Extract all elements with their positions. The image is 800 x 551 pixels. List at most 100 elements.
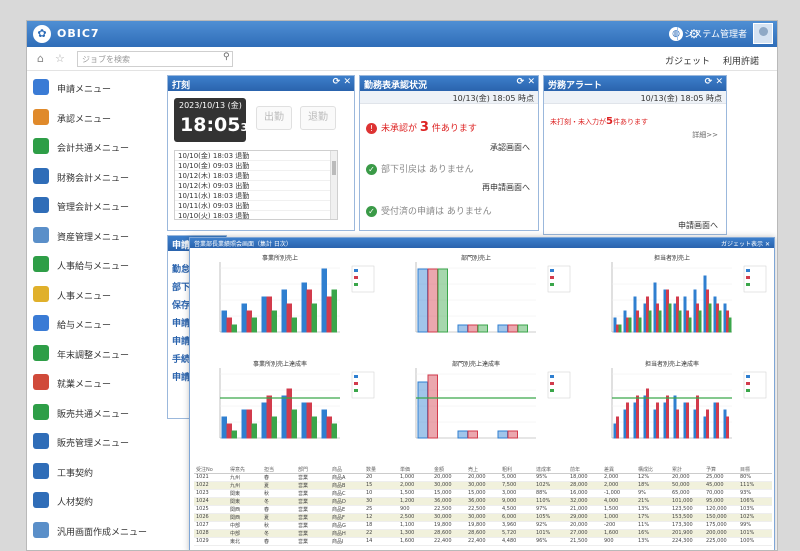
sidebar-item[interactable]: 財務会計メニュー — [33, 166, 163, 188]
avatar[interactable] — [753, 23, 773, 44]
accepted-status: ✓ 受付済の申請は ありません — [366, 204, 492, 217]
sidebar-item[interactable]: 人事メニュー — [33, 284, 163, 306]
sidebar-item[interactable]: 汎用画面作成メニュー — [33, 520, 163, 542]
alert-detail-link[interactable]: 詳細>> — [692, 130, 718, 140]
scrollbar[interactable] — [330, 151, 337, 219]
punch-panel: 打刻 ⟳ ✕ 2023/10/13 (金) 18:0539 出勤 退勤 10/1… — [167, 75, 355, 231]
legend-swatch — [354, 276, 358, 279]
bookmark-icon[interactable]: ☆ — [55, 52, 65, 65]
request-item[interactable]: 申請 — [172, 316, 190, 329]
bar — [676, 409, 679, 439]
approval-panel: 勤務表承認状況 ⟳ ✕ 10/13(金) 18:05 時点 ! 未承認が 3 件あ… — [359, 75, 539, 231]
bar — [718, 310, 722, 333]
bar — [723, 409, 727, 439]
table-cell: 予算 — [706, 467, 717, 473]
table-cell: 20,000 — [672, 474, 690, 480]
legend-swatch — [354, 382, 358, 385]
request-item[interactable]: 保存 — [172, 298, 190, 311]
request-screen-link[interactable]: 申請画面へ — [678, 220, 718, 231]
table-cell: 25,000 — [706, 474, 724, 480]
table-cell: 達成率 — [536, 467, 552, 473]
dashboard-header: 営業部長業績照会画面（集計 日次） ガジェット表示 ✕ — [190, 238, 774, 248]
table-cell: 18 — [366, 522, 373, 528]
unapproved-status: ! 未承認が 3 件あります — [366, 120, 477, 135]
table-cell: 36,000 — [468, 498, 486, 504]
menu-icon — [33, 197, 49, 213]
table-cell: 1023 — [196, 490, 209, 496]
table-cell: 22,400 — [468, 538, 486, 544]
request-item[interactable]: 勤怠 — [172, 262, 190, 275]
terms-link[interactable]: 利用許諾 — [723, 54, 759, 67]
punch-panel-header: 打刻 ⟳ ✕ — [168, 76, 354, 91]
bar — [517, 324, 528, 333]
request-item[interactable]: 申請 — [172, 370, 190, 383]
table-cell: 2,000 — [604, 474, 619, 480]
request-item[interactable]: 申請 — [172, 334, 190, 347]
sidebar-item-label: 管理会計メニュー — [57, 203, 130, 213]
menu-icon — [33, 79, 49, 95]
table-cell: 95% — [536, 474, 548, 480]
sidebar-item[interactable]: 資産管理メニュー — [33, 225, 163, 247]
approval-screen-link[interactable]: 承認画面へ — [490, 142, 530, 153]
bar — [656, 303, 659, 333]
user-name[interactable]: システム管理者 — [677, 27, 747, 40]
bar — [678, 310, 682, 333]
table-cell: 120,000 — [706, 506, 727, 512]
table-cell: 200,000 — [706, 530, 727, 536]
request-item[interactable]: 部下 — [172, 280, 190, 293]
legend-swatch — [550, 382, 554, 385]
punch-history-row: 10/10(金) 18:03 退勤 — [175, 151, 337, 161]
sidebar-item[interactable]: 管理会計メニュー — [33, 195, 163, 217]
search-icon[interactable]: ⚲ — [223, 52, 230, 62]
bar — [683, 402, 687, 439]
sidebar-item[interactable]: 年末調整メニュー — [33, 343, 163, 365]
clock-out-button[interactable]: 退勤 — [300, 106, 336, 130]
panel-controls-icon[interactable]: ⟳ ✕ — [705, 77, 723, 87]
sidebar-item[interactable]: 人事給与メニュー — [33, 254, 163, 276]
sidebar-item[interactable]: 申請メニュー — [33, 77, 163, 99]
table-cell: 1029 — [196, 538, 209, 544]
panel-controls-icon[interactable]: ⟳ ✕ — [517, 77, 535, 87]
obic-logo-icon: ✿ — [33, 25, 51, 43]
bar — [673, 303, 677, 333]
table-cell: 商品I — [332, 539, 344, 545]
job-search-input[interactable]: ジョブを検索 — [77, 51, 233, 67]
sidebar-item-label: 販売管理メニュー — [57, 439, 130, 449]
bar — [306, 289, 312, 333]
sidebar-item[interactable]: 就業メニュー — [33, 372, 163, 394]
home-icon[interactable]: ⌂ — [37, 52, 44, 65]
table-cell: 28,000 — [570, 482, 588, 488]
request-item[interactable]: 手続 — [172, 352, 190, 365]
gadget-link[interactable]: ガジェット — [665, 54, 710, 67]
sidebar-item[interactable]: 工事契約 — [33, 461, 163, 483]
table-cell: 東北 — [230, 539, 241, 545]
bar — [266, 395, 272, 439]
table-cell: 1,300 — [400, 530, 415, 536]
sidebar-item[interactable]: 人材契約 — [33, 490, 163, 512]
sidebar-item[interactable]: 会計共通メニュー — [33, 136, 163, 158]
sidebar-item[interactable]: 承認メニュー — [33, 107, 163, 129]
sidebar-item[interactable]: 販売共通メニュー — [33, 402, 163, 424]
legend-swatch — [550, 389, 554, 392]
table-cell: 102% — [740, 514, 755, 520]
bar — [497, 324, 508, 333]
bar — [713, 296, 717, 333]
sidebar-item-label: 承認メニュー — [57, 114, 112, 125]
clock-date: 2023/10/13 (金) — [179, 101, 242, 110]
clock-in-button[interactable]: 出勤 — [256, 106, 292, 130]
dashboard-controls[interactable]: ガジェット表示 ✕ — [721, 239, 770, 248]
table-cell: 1022 — [196, 482, 209, 488]
bar — [726, 416, 729, 439]
bar — [633, 296, 637, 333]
table-cell: 102% — [536, 482, 551, 488]
table-cell: 1026 — [196, 514, 209, 520]
table-cell: 1,500 — [400, 490, 415, 496]
table-cell: 担当 — [264, 467, 275, 473]
sidebar-item[interactable]: 販売管理メニュー — [33, 431, 163, 453]
bar — [643, 395, 647, 439]
reapply-screen-link[interactable]: 再申請画面へ — [482, 182, 530, 193]
bar — [646, 388, 649, 439]
sidebar-item[interactable]: 給与メニュー — [33, 313, 163, 335]
panel-controls-icon[interactable]: ⟳ ✕ — [333, 77, 351, 87]
clock-display: 2023/10/13 (金) 18:0539 — [174, 98, 256, 142]
